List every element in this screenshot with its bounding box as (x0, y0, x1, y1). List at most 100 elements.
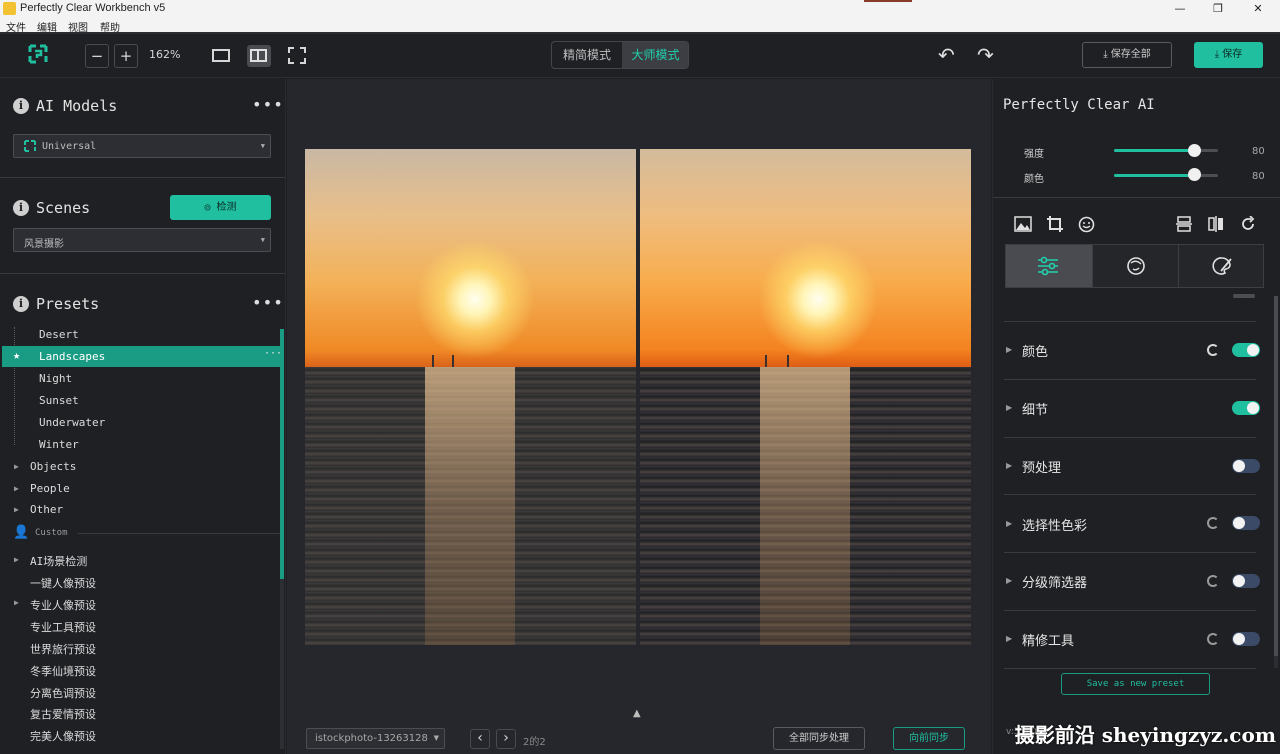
corrected-photo (640, 149, 971, 645)
save-label: 保存 (1222, 49, 1243, 60)
preset-winter[interactable]: Winter (39, 438, 79, 451)
custom-preset-item[interactable]: 完美人像预设 (30, 728, 96, 744)
scrollbar-track[interactable] (280, 329, 284, 749)
preset-underwater[interactable]: Underwater (39, 416, 105, 429)
retouch-tools-toggle[interactable] (1232, 632, 1260, 646)
sliders-icon (1038, 256, 1058, 276)
preset-sunset[interactable]: Sunset (39, 394, 79, 407)
custom-preset-item[interactable]: 复古爱情预设 (30, 706, 96, 722)
crop-compare-icon[interactable] (288, 47, 306, 64)
expand-arrow-icon[interactable]: ▶ (1006, 345, 1012, 354)
reset-icon[interactable] (1207, 575, 1219, 587)
custom-preset-item[interactable]: 分离色调预设 (30, 685, 96, 701)
app-logo-icon (3, 2, 16, 15)
close-button[interactable]: ✕ (1238, 0, 1278, 18)
divider (993, 197, 1280, 198)
save-as-preset-button[interactable]: Save as new preset (1061, 673, 1210, 695)
face-icon[interactable] (1078, 216, 1095, 233)
selective-color-toggle[interactable] (1232, 516, 1260, 530)
custom-preset-item[interactable]: 世界旅行预设 (30, 641, 96, 657)
color-toggle[interactable] (1232, 343, 1260, 357)
detail-toggle[interactable] (1232, 401, 1260, 415)
detect-button[interactable]: ◎ 检测 (170, 195, 271, 220)
expand-arrow-icon[interactable]: ▶ (14, 505, 19, 514)
image-icon[interactable] (1014, 216, 1032, 232)
left-panel: i AI Models ••• Universal ▼ i Scenes ◎ 检… (0, 79, 286, 754)
presets-title: Presets (36, 295, 100, 313)
flip-vertical-icon[interactable] (1176, 216, 1192, 232)
group-other[interactable]: Other (30, 503, 63, 516)
minimize-button[interactable]: — (1160, 0, 1200, 18)
preset-night[interactable]: Night (39, 372, 72, 385)
section-retouch-tools[interactable]: 精修工具 (1022, 630, 1074, 649)
expand-arrow-icon[interactable]: ▶ (1006, 461, 1012, 470)
redo-icon[interactable]: ↷ (977, 43, 994, 67)
preset-landscapes: Landscapes (39, 350, 106, 363)
expand-filmstrip-icon[interactable]: ▲ (633, 708, 641, 719)
zoom-out-button[interactable]: − (85, 44, 109, 68)
section-preprocess[interactable]: 预处理 (1022, 457, 1061, 476)
info-icon: i (13, 296, 29, 312)
expand-arrow-icon[interactable]: ▶ (14, 484, 19, 493)
scrollbar-thumb[interactable] (1274, 296, 1278, 656)
sync-all-button[interactable]: 全部同步处理 (773, 727, 865, 750)
section-selective-color[interactable]: 选择性色彩 (1022, 515, 1087, 534)
section-graduated-filter[interactable]: 分级筛选器 (1022, 572, 1087, 591)
scrollbar-thumb[interactable] (280, 329, 284, 579)
zoom-in-button[interactable]: + (114, 44, 138, 68)
save-button[interactable]: ⤓ 保存 (1194, 42, 1263, 68)
tab-adjustments[interactable] (1006, 245, 1092, 287)
expand-arrow-icon[interactable]: ▶ (1006, 403, 1012, 412)
reset-icon[interactable] (1207, 517, 1219, 529)
color-slider-handle[interactable] (1188, 168, 1201, 181)
group-people[interactable]: People (30, 482, 70, 495)
tab-effects[interactable] (1092, 245, 1178, 287)
scene-select[interactable]: 风景摄影 ▼ (13, 228, 271, 252)
save-all-button[interactable]: ⤓ 保存全部 (1082, 42, 1172, 68)
sync-forward-button[interactable]: 向前同步 (893, 727, 965, 750)
split-view-button[interactable] (247, 45, 271, 67)
custom-preset-item[interactable]: 专业工具预设 (30, 619, 96, 635)
expand-arrow-icon[interactable]: ▶ (14, 462, 19, 471)
preprocess-toggle[interactable] (1232, 459, 1260, 473)
ai-models-more-icon[interactable]: ••• (252, 95, 284, 114)
expand-arrow-icon[interactable]: ▶ (14, 555, 19, 564)
mode-master-tab[interactable]: 大师模式 (622, 42, 688, 68)
reset-icon[interactable] (1207, 633, 1219, 645)
crop-icon[interactable] (1046, 215, 1064, 233)
flip-horizontal-icon[interactable] (1208, 216, 1224, 232)
face-retouch-icon (1127, 257, 1145, 275)
expand-arrow-icon[interactable]: ▶ (1006, 634, 1012, 643)
presets-more-icon[interactable]: ••• (252, 293, 284, 312)
mode-simple-tab[interactable]: 精简模式 (552, 42, 622, 68)
single-view-icon[interactable] (212, 49, 230, 62)
page-indicator: 2的2 (523, 737, 546, 748)
graduated-filter-toggle[interactable] (1232, 574, 1260, 588)
prev-image-button[interactable]: ‹ (470, 729, 490, 749)
section-detail[interactable]: 细节 (1022, 399, 1048, 418)
custom-preset-item[interactable]: 专业人像预设 (30, 597, 96, 613)
custom-preset-item[interactable]: AI场景检测 (30, 553, 87, 569)
hidden-toggle[interactable] (1233, 294, 1255, 298)
scrollbar-track[interactable] (1274, 296, 1278, 668)
strength-slider-handle[interactable] (1188, 144, 1201, 157)
expand-arrow-icon[interactable]: ▶ (14, 598, 19, 607)
custom-preset-item[interactable]: 一键人像预设 (30, 575, 96, 591)
expand-arrow-icon[interactable]: ▶ (1006, 519, 1012, 528)
preset-landscapes-selected[interactable]: ★ Landscapes ··· (2, 346, 282, 367)
undo-icon[interactable]: ↶ (938, 43, 955, 67)
maximize-button[interactable]: ❐ (1198, 0, 1238, 18)
file-select[interactable]: istockphoto-13263128 ▼ (306, 728, 445, 749)
next-image-button[interactable]: › (496, 729, 516, 749)
tab-creative[interactable] (1178, 245, 1264, 287)
reset-icon[interactable] (1207, 344, 1219, 356)
rotate-icon[interactable] (1240, 216, 1256, 232)
chevron-down-icon: ▼ (260, 142, 265, 150)
section-color[interactable]: 颜色 (1022, 341, 1048, 360)
custom-preset-item[interactable]: 冬季仙境预设 (30, 663, 96, 679)
ai-model-select[interactable]: Universal ▼ (13, 134, 271, 158)
save-all-label: 保存全部 (1110, 49, 1151, 60)
expand-arrow-icon[interactable]: ▶ (1006, 576, 1012, 585)
group-objects[interactable]: Objects (30, 460, 76, 473)
preset-desert[interactable]: Desert (39, 328, 79, 341)
